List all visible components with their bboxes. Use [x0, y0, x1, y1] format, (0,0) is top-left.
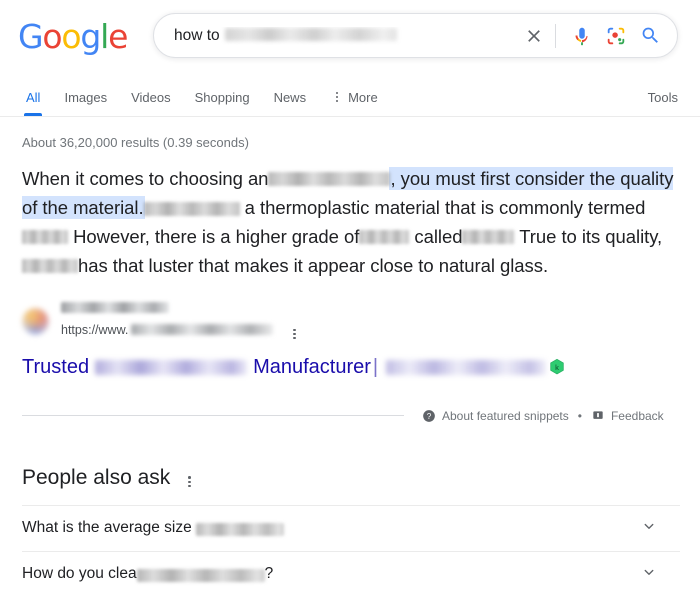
more-vertical-dots-icon	[330, 89, 344, 105]
nav-tab-list: All Images Videos Shopping News More	[23, 78, 378, 116]
logo-letter-e: e	[108, 17, 128, 56]
snippet-redacted-term-3	[22, 230, 68, 245]
tab-all-label: All	[26, 89, 41, 105]
results-navbar: All Images Videos Shopping News More Too…	[0, 78, 700, 117]
snippet-part-1: When it comes to choosing an	[22, 168, 269, 189]
about-featured-snippets-link[interactable]: ? About featured snippets	[422, 409, 569, 423]
paa-question-2: How do you clea?	[22, 565, 273, 583]
site-favicon	[22, 308, 49, 336]
tab-more-label: More	[348, 89, 378, 105]
snippet-footer: ? About featured snippets • Feedback	[22, 406, 680, 426]
svg-text:?: ?	[427, 412, 432, 421]
logo-letter-g1: G	[18, 17, 44, 56]
source-meta: https://www.	[61, 302, 305, 342]
chevron-down-icon[interactable]	[640, 517, 658, 540]
snippet-part-5: True to its quality,	[519, 226, 663, 247]
microphone-icon	[575, 27, 588, 45]
tab-news-label: News	[273, 89, 307, 105]
search-query-redacted	[224, 27, 397, 41]
paa-question-1: What is the average size	[22, 519, 284, 537]
snippet-redacted-term-2	[143, 202, 240, 217]
footer-divider	[22, 415, 404, 417]
clear-search-button[interactable]	[517, 26, 551, 46]
feedback-label: Feedback	[610, 408, 664, 423]
people-also-ask-item-1[interactable]: What is the average size	[22, 504, 680, 551]
verified-badge-icon: k	[548, 358, 566, 376]
people-also-ask-list: What is the average size How do you clea…	[22, 504, 680, 597]
footer-separator: •	[577, 408, 582, 423]
paa-question-1-text: What is the average size	[22, 519, 192, 537]
more-vertical-dots-icon	[287, 326, 301, 342]
page-header: Google how to	[0, 0, 700, 78]
paa-question-1-redacted	[195, 522, 284, 536]
tab-more[interactable]: More	[330, 78, 378, 116]
feedback-flag-icon	[591, 409, 605, 423]
snippet-redacted-term-1	[268, 172, 391, 187]
snippet-redacted-term-6	[22, 259, 78, 274]
tab-videos-label: Videos	[131, 89, 171, 105]
tab-images-label: Images	[64, 89, 108, 105]
tab-images[interactable]: Images	[64, 78, 107, 116]
more-vertical-dots-icon	[182, 474, 196, 490]
google-lens-icon	[607, 27, 625, 44]
result-url-text: https://www.	[61, 322, 129, 337]
lens-search-button[interactable]	[599, 25, 633, 47]
voice-search-button[interactable]	[565, 25, 599, 47]
featured-snippet-text: When it comes to choosing an, you must f…	[22, 164, 680, 280]
search-query-text: how to	[174, 26, 220, 44]
about-this-result-button[interactable]	[287, 318, 305, 342]
snippet-redacted-term-5	[462, 230, 515, 245]
tab-videos[interactable]: Videos	[131, 78, 171, 116]
tab-shopping-label: Shopping	[194, 89, 250, 105]
close-icon	[528, 29, 540, 42]
people-also-ask-menu-button[interactable]	[182, 466, 200, 490]
results-container: About 36,20,000 results (0.39 seconds) W…	[0, 135, 700, 597]
search-icon	[642, 27, 658, 43]
result-title-link[interactable]: Trusted Manufacturer |	[22, 354, 547, 380]
snippet-part-4: called	[414, 226, 463, 247]
tab-news[interactable]: News	[274, 78, 307, 116]
site-name-redacted	[61, 302, 169, 313]
snippet-part-3: However, there is a higher grade of	[73, 226, 360, 247]
about-featured-snippets-label: About featured snippets	[442, 408, 569, 423]
paa-question-2-trailing: ?	[264, 565, 274, 583]
result-stats: About 36,20,000 results (0.39 seconds)	[22, 135, 249, 150]
paa-question-2-redacted	[136, 568, 265, 582]
snippet-redacted-term-4	[359, 230, 410, 245]
logo-letter-g2: g	[80, 17, 101, 56]
logo-letter-o1: o	[42, 17, 62, 56]
svg-text:k: k	[555, 363, 559, 372]
snippet-part-6: has that luster that makes it appear clo…	[78, 255, 549, 276]
feedback-link[interactable]: Feedback	[591, 409, 664, 423]
tab-all[interactable]: All	[23, 78, 43, 116]
result-url-row: https://www.	[61, 318, 305, 342]
result-title-separator: |	[372, 355, 379, 378]
result-title-row[interactable]: Trusted Manufacturer | k	[22, 354, 680, 380]
google-logo[interactable]: Google	[18, 17, 128, 56]
search-bar[interactable]: how to	[153, 13, 678, 58]
result-url-redacted	[131, 324, 274, 336]
chevron-down-icon[interactable]	[640, 563, 658, 586]
search-input[interactable]: how to	[154, 27, 517, 45]
people-also-ask-title: People also ask	[22, 465, 171, 489]
result-title-middle: Manufacturer	[253, 355, 371, 378]
tools-button[interactable]: Tools	[648, 78, 678, 116]
tab-shopping[interactable]: Shopping	[195, 78, 250, 116]
help-circle-icon: ?	[422, 409, 436, 423]
people-also-ask-header: People also ask	[22, 466, 680, 490]
snippet-part-2: a thermoplastic material that is commonl…	[244, 197, 646, 218]
paa-question-2-text: How do you clea	[22, 565, 137, 583]
people-also-ask-item-2[interactable]: How do you clea?	[22, 550, 680, 597]
logo-letter-l: l	[100, 17, 109, 56]
logo-letter-o2: o	[61, 17, 81, 56]
result-title-redacted-1	[95, 359, 248, 375]
search-divider	[555, 23, 556, 48]
tools-label: Tools	[647, 89, 678, 105]
search-submit-button[interactable]	[633, 25, 667, 46]
result-title-redacted-2	[386, 359, 547, 375]
result-title-prefix: Trusted	[22, 355, 90, 378]
result-source-row[interactable]: https://www.	[22, 302, 680, 342]
